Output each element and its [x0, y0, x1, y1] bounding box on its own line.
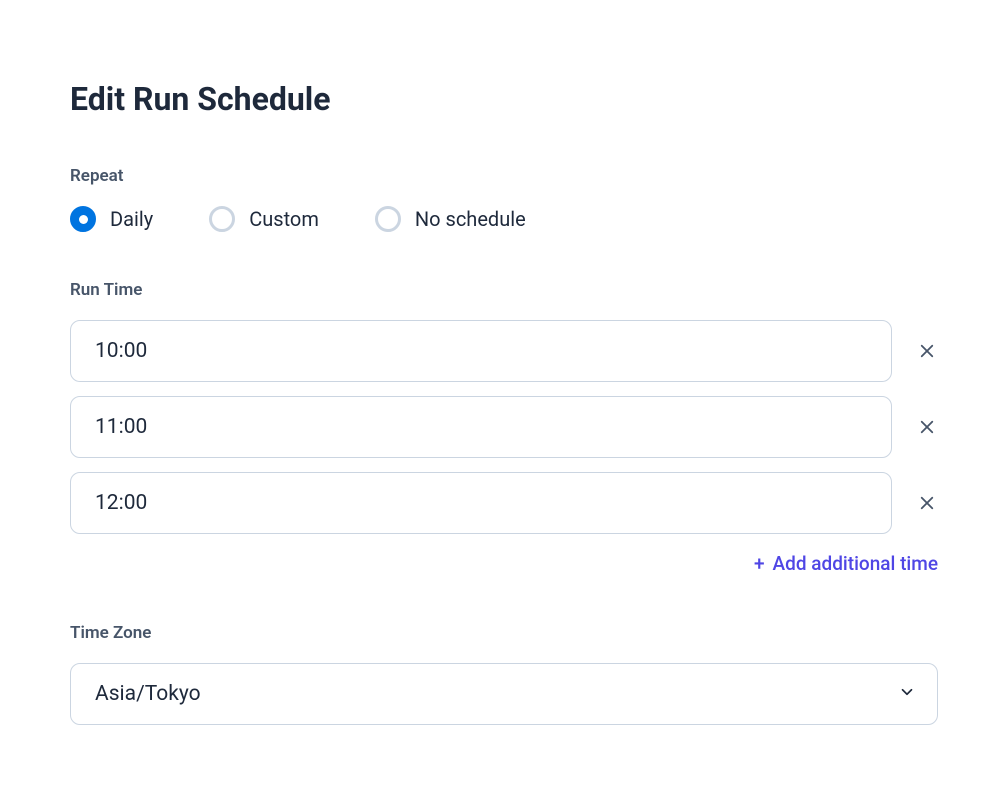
run-time-input[interactable] [70, 472, 892, 534]
add-time-row: + Add additional time [70, 548, 938, 579]
close-icon [918, 342, 936, 360]
repeat-option-label: Custom [249, 207, 319, 231]
timezone-select-wrap: Asia/Tokyo [70, 663, 938, 725]
repeat-label: Repeat [70, 166, 938, 186]
page-title: Edit Run Schedule [70, 80, 938, 118]
add-additional-time-button[interactable]: + Add additional time [754, 548, 938, 579]
radio-icon [209, 206, 235, 232]
run-time-input[interactable] [70, 396, 892, 458]
repeat-radio-group: Daily Custom No schedule [70, 206, 938, 232]
plus-icon: + [754, 554, 765, 573]
timezone-label: Time Zone [70, 623, 938, 643]
timezone-value: Asia/Tokyo [95, 682, 201, 706]
radio-icon [375, 206, 401, 232]
remove-time-button[interactable] [916, 340, 938, 362]
remove-time-button[interactable] [916, 492, 938, 514]
run-time-section: Run Time + Add additional time [70, 280, 938, 579]
repeat-option-label: Daily [110, 207, 153, 231]
close-icon [918, 494, 936, 512]
run-time-label: Run Time [70, 280, 938, 300]
radio-icon [70, 206, 96, 232]
close-icon [918, 418, 936, 436]
time-row [70, 472, 938, 534]
add-time-label: Add additional time [773, 552, 938, 575]
repeat-section: Repeat Daily Custom No schedule [70, 166, 938, 232]
repeat-option-no-schedule[interactable]: No schedule [375, 206, 526, 232]
timezone-section: Time Zone Asia/Tokyo [70, 623, 938, 725]
remove-time-button[interactable] [916, 416, 938, 438]
time-row [70, 396, 938, 458]
run-time-input[interactable] [70, 320, 892, 382]
repeat-option-custom[interactable]: Custom [209, 206, 319, 232]
timezone-select[interactable]: Asia/Tokyo [70, 663, 938, 725]
time-row [70, 320, 938, 382]
repeat-option-daily[interactable]: Daily [70, 206, 153, 232]
repeat-option-label: No schedule [415, 207, 526, 231]
